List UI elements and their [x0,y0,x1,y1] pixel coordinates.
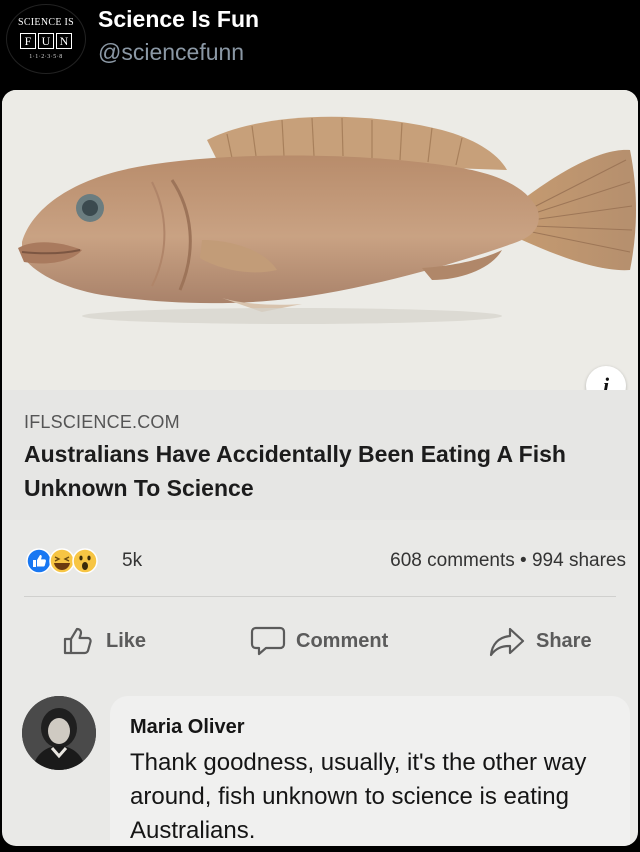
tweet-header: SCIENCE IS F U N 1·1·2·3·5·8 Science Is … [0,0,640,82]
share-button[interactable]: Share [488,624,592,658]
fish-photo-icon [18,116,636,324]
logo-line-3: 1·1·2·3·5·8 [29,54,63,60]
like-reaction-icon [26,548,52,574]
logo-letter: U [38,33,54,49]
logo-letter: F [20,33,36,49]
reaction-count[interactable]: 5k [122,550,142,572]
like-button[interactable]: Like [62,624,146,658]
haha-reaction-icon [49,548,75,574]
wow-reaction-icon [72,548,98,574]
comment-bubble[interactable]: Maria Oliver Thank goodness, usually, it… [110,696,630,846]
comment-text: Thank goodness, usually, it's the other … [130,749,587,844]
account-avatar[interactable]: SCIENCE IS F U N 1·1·2·3·5·8 [6,4,86,74]
engagement-stats: 5k 608 comments • 994 shares [2,536,638,584]
link-headline[interactable]: Australians Have Accidentally Been Eatin… [24,437,614,505]
person-photo-icon [22,696,96,770]
account-handle[interactable]: @sciencefunn [98,39,244,66]
comments-shares-count[interactable]: 608 comments • 994 shares [390,550,626,572]
logo-letter: N [56,33,72,49]
like-label: Like [106,629,147,652]
divider [24,596,616,597]
comment-button[interactable]: Comment [250,624,388,658]
facebook-post-card: i IFLSCIENCE.COM Australians Have Accide… [2,90,638,846]
commenter-avatar[interactable] [22,696,96,770]
share-arrow-icon [489,627,525,657]
comment-bubble-icon [250,626,286,656]
reaction-icons[interactable] [26,548,116,574]
thumbs-up-icon [63,627,92,655]
logo-letters: F U N [20,33,72,49]
post-actions: Like Comment Share [2,610,638,672]
comment-author[interactable]: Maria Oliver [130,716,245,739]
share-label: Share [536,629,592,652]
comment-label: Comment [296,629,389,652]
display-name[interactable]: Science Is Fun [98,6,259,33]
link-preview[interactable]: IFLSCIENCE.COM Australians Have Accident… [2,390,638,520]
link-source: IFLSCIENCE.COM [24,412,180,432]
post-image[interactable] [2,90,638,390]
logo-line-1: SCIENCE IS [17,17,75,28]
